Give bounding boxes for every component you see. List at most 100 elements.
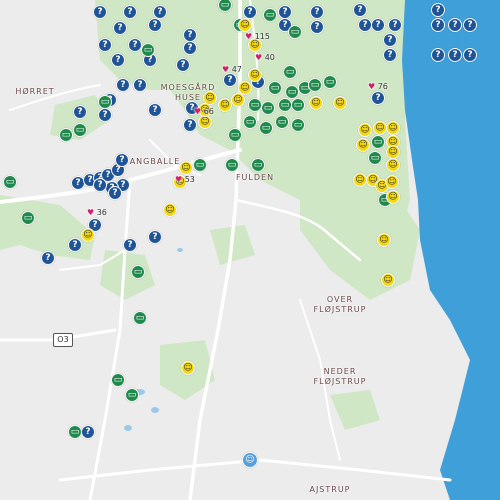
question-mark-marker[interactable]: ?: [148, 103, 162, 117]
question-mark-marker[interactable]: ?: [448, 48, 462, 62]
question-mark-marker[interactable]: ?: [123, 238, 137, 252]
question-mark-marker[interactable]: ?: [98, 108, 112, 122]
question-mark-marker[interactable]: ?: [128, 38, 142, 52]
question-mark-marker[interactable]: ?: [93, 5, 107, 19]
question-mark-marker[interactable]: ?: [358, 18, 372, 32]
cache-box-marker[interactable]: ▭: [248, 98, 262, 112]
cache-box-marker[interactable]: ▭: [141, 43, 155, 57]
question-mark-marker[interactable]: ?: [448, 18, 462, 32]
cache-box-marker[interactable]: ▭: [125, 388, 139, 402]
cache-box-marker[interactable]: ▭: [323, 75, 337, 89]
smiley-marker[interactable]: ☺: [309, 96, 323, 110]
question-mark-marker[interactable]: ?: [463, 18, 477, 32]
smiley-marker[interactable]: ☺: [373, 121, 387, 135]
question-mark-marker[interactable]: ?: [133, 78, 147, 92]
cache-box-marker[interactable]: ▭: [283, 65, 297, 79]
cache-box-marker[interactable]: ▭: [308, 78, 322, 92]
smiley-marker[interactable]: ☺: [181, 361, 195, 375]
question-mark-marker[interactable]: ?: [183, 28, 197, 42]
question-mark-marker[interactable]: ?: [431, 3, 445, 17]
cache-box-marker[interactable]: ▭: [291, 118, 305, 132]
question-mark-marker[interactable]: ?: [183, 118, 197, 132]
smiley-marker[interactable]: ☺: [238, 81, 252, 95]
question-mark-marker[interactable]: ?: [383, 33, 397, 47]
cache-box-marker[interactable]: ▭: [228, 128, 242, 142]
cache-box-marker[interactable]: ▭: [131, 265, 145, 279]
question-mark-marker[interactable]: ?: [111, 53, 125, 67]
question-mark-marker[interactable]: ?: [383, 48, 397, 62]
question-mark-marker[interactable]: ?: [431, 18, 445, 32]
smiley-marker[interactable]: ☺: [358, 123, 372, 137]
cache-box-marker[interactable]: ▭: [371, 135, 385, 149]
question-mark-marker[interactable]: ?: [183, 41, 197, 55]
cache-box-marker[interactable]: ▭: [288, 25, 302, 39]
cache-box-marker[interactable]: ▭: [368, 151, 382, 165]
smiley-marker[interactable]: ☺: [198, 115, 212, 129]
smiley-marker[interactable]: ☺: [248, 68, 262, 82]
smiley-marker[interactable]: ☺: [386, 190, 400, 204]
question-mark-marker[interactable]: ?: [115, 153, 129, 167]
cache-box-marker[interactable]: ▭: [251, 158, 265, 172]
cache-box-marker[interactable]: ▭: [59, 128, 73, 142]
question-mark-marker[interactable]: ?: [113, 21, 127, 35]
cache-box-marker[interactable]: ▭: [73, 123, 87, 137]
question-mark-marker[interactable]: ?: [463, 48, 477, 62]
cache-box-marker[interactable]: ▭: [261, 101, 275, 115]
smiley-marker[interactable]: ☺: [381, 273, 395, 287]
cache-box-marker[interactable]: ▭: [285, 85, 299, 99]
question-mark-marker[interactable]: ?: [371, 91, 385, 105]
question-mark-marker[interactable]: ?: [310, 20, 324, 34]
question-mark-marker[interactable]: ?: [73, 105, 87, 119]
question-mark-marker[interactable]: ?: [310, 5, 324, 19]
cache-box-marker[interactable]: ▭: [111, 373, 125, 387]
cache-box-marker[interactable]: ▭: [3, 175, 17, 189]
question-mark-marker[interactable]: ?: [68, 238, 82, 252]
cache-box-marker[interactable]: ▭: [268, 81, 282, 95]
question-mark-marker[interactable]: ?: [81, 425, 95, 439]
smiley-marker[interactable]: ☺: [238, 18, 252, 32]
cache-box-marker[interactable]: ▭: [275, 115, 289, 129]
cache-box-marker[interactable]: ▭: [259, 121, 273, 135]
smiley-marker[interactable]: ☺: [386, 121, 400, 135]
question-mark-marker[interactable]: ?: [243, 5, 257, 19]
cache-box-marker[interactable]: ▭: [291, 98, 305, 112]
question-mark-marker[interactable]: ?: [371, 18, 385, 32]
question-mark-marker[interactable]: ?: [108, 186, 122, 200]
question-mark-marker[interactable]: ?: [148, 230, 162, 244]
cache-box-marker[interactable]: ▭: [133, 311, 147, 325]
smiley-marker[interactable]: ☺: [81, 228, 95, 242]
smiley-marker[interactable]: ☺: [356, 138, 370, 152]
question-mark-marker[interactable]: ?: [116, 78, 130, 92]
smiley-marker[interactable]: ☺: [218, 98, 232, 112]
cache-box-marker[interactable]: ▭: [225, 158, 239, 172]
question-mark-marker[interactable]: ?: [123, 5, 137, 19]
smiley-marker[interactable]: ☺: [231, 93, 245, 107]
question-mark-marker[interactable]: ?: [148, 18, 162, 32]
question-mark-marker[interactable]: ?: [278, 5, 292, 19]
question-mark-marker[interactable]: ?: [153, 5, 167, 19]
question-mark-marker[interactable]: ?: [431, 48, 445, 62]
cache-box-marker[interactable]: ▭: [278, 98, 292, 112]
smiley-marker[interactable]: ☺: [333, 96, 347, 110]
cache-box-marker[interactable]: ▭: [243, 115, 257, 129]
cache-box-marker[interactable]: ▭: [263, 8, 277, 22]
cache-box-marker[interactable]: ▭: [21, 211, 35, 225]
smiley-marker[interactable]: ☺: [353, 173, 367, 187]
question-mark-marker[interactable]: ?: [388, 18, 402, 32]
cache-box-marker[interactable]: ▭: [68, 425, 82, 439]
cache-box-marker[interactable]: ▭: [98, 95, 112, 109]
smiley-marker[interactable]: ☺: [377, 233, 391, 247]
event-smiley-marker[interactable]: ☺: [242, 452, 258, 468]
question-mark-marker[interactable]: ?: [98, 38, 112, 52]
smiley-marker[interactable]: ☺: [163, 203, 177, 217]
smiley-marker[interactable]: ☺: [386, 158, 400, 172]
map-view[interactable]: HØRRET MOESGÅRD HUSE ANGBALLE FULDEN OVER FLØJ…: [0, 0, 500, 500]
question-mark-marker[interactable]: ?: [41, 251, 55, 265]
question-mark-marker[interactable]: ?: [353, 3, 367, 17]
smiley-marker[interactable]: ☺: [179, 161, 193, 175]
question-mark-marker[interactable]: ?: [93, 178, 107, 192]
question-mark-marker[interactable]: ?: [223, 73, 237, 87]
cache-box-marker[interactable]: ▭: [193, 158, 207, 172]
smiley-marker[interactable]: ☺: [386, 145, 400, 159]
question-mark-marker[interactable]: ?: [176, 58, 190, 72]
